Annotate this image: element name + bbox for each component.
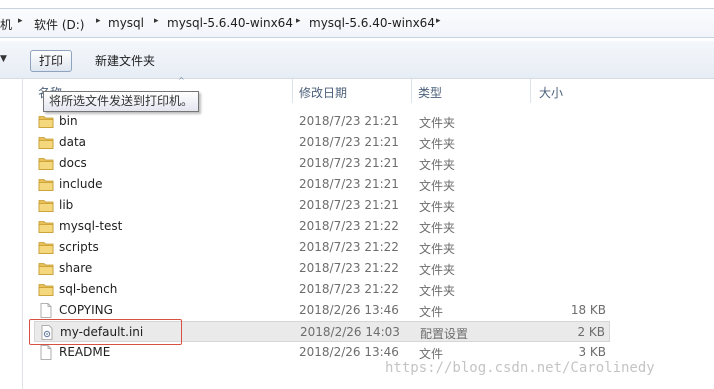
file-name: lib [59, 198, 74, 212]
file-modified-date: 2018/7/23 21:22 [299, 282, 399, 296]
file-modified-date: 2018/7/23 21:21 [299, 177, 399, 191]
column-divider[interactable] [530, 79, 531, 103]
file-type: 文件夹 [419, 263, 456, 277]
file-row[interactable]: sql-bench 2018/7/23 21:22 文件夹 [34, 279, 610, 300]
file-name: my-default.ini [60, 325, 144, 339]
file-size: 3 KB [578, 345, 606, 359]
file-modified-date: 2018/7/23 21:21 [299, 114, 399, 128]
watermark: https://blog.csdn.net/Carolinedy [385, 360, 655, 376]
breadcrumb-item-drive[interactable]: 软件 (D:) [34, 16, 84, 33]
file-type: 文件夹 [419, 137, 456, 151]
toolbar-overflow-icon[interactable]: ▼ [0, 54, 7, 64]
file-type: 文件夹 [419, 158, 456, 172]
column-header-type[interactable]: 类型 [418, 84, 442, 101]
nav-pane-divider[interactable] [22, 79, 23, 389]
file-size: 2 KB [577, 325, 605, 339]
column-divider[interactable] [292, 79, 293, 103]
file-row[interactable]: share 2018/7/23 21:22 文件夹 [34, 258, 610, 279]
file-type: 文件夹 [419, 200, 456, 214]
file-modified-date: 2018/7/23 21:21 [299, 198, 399, 212]
folder-icon [38, 114, 54, 129]
file-type: 文件夹 [419, 179, 456, 193]
toolbar: ▼ 打印 新建文件夹 [0, 41, 714, 79]
file-name: data [59, 135, 87, 149]
folder-icon [38, 219, 54, 234]
file-name: docs [59, 156, 87, 170]
file-row[interactable]: include 2018/7/23 21:21 文件夹 [34, 174, 610, 195]
file-name: scripts [59, 240, 99, 254]
file-row[interactable]: mysql-test 2018/7/23 21:22 文件夹 [34, 216, 610, 237]
file-row[interactable]: COPYING 2018/2/26 13:46 文件 18 KB [34, 300, 610, 321]
file-modified-date: 2018/7/23 21:21 [299, 156, 399, 170]
file-modified-date: 2018/2/26 13:46 [299, 345, 399, 359]
file-name: include [59, 177, 103, 191]
breadcrumb-separator-icon[interactable]: ▸ [154, 16, 159, 26]
config-file-icon [39, 325, 55, 340]
file-icon [38, 303, 54, 318]
file-icon [38, 345, 54, 360]
breadcrumb-separator-icon[interactable]: ▸ [96, 16, 101, 26]
print-tooltip: 将所选文件发送到打印机。 [43, 91, 200, 112]
print-button[interactable]: 打印 [30, 50, 73, 72]
file-type: 文件夹 [419, 116, 456, 130]
breadcrumb-item-mysql-winx64-inner[interactable]: mysql-5.6.40-winx64 [309, 16, 435, 30]
file-row[interactable]: docs 2018/7/23 21:21 文件夹 [34, 153, 610, 174]
file-row[interactable]: lib 2018/7/23 21:21 文件夹 [34, 195, 610, 216]
file-name: sql-bench [59, 282, 118, 296]
breadcrumb-separator-icon[interactable]: ▸ [296, 16, 301, 26]
file-type: 配置设置 [420, 327, 469, 341]
breadcrumb-separator-icon[interactable]: ▸ [18, 16, 23, 26]
file-type: 文件夹 [419, 221, 456, 235]
breadcrumb-separator-icon[interactable]: ▸ [436, 16, 441, 26]
file-modified-date: 2018/7/23 21:22 [299, 240, 399, 254]
file-name: bin [59, 114, 78, 128]
file-type: 文件夹 [419, 242, 456, 256]
folder-icon [38, 240, 54, 255]
file-row[interactable]: data 2018/7/23 21:21 文件夹 [34, 132, 610, 153]
folder-icon [38, 282, 54, 297]
file-size: 18 KB [570, 303, 606, 317]
file-name: README [59, 345, 111, 359]
file-name: COPYING [59, 303, 113, 317]
new-folder-button[interactable]: 新建文件夹 [86, 50, 164, 72]
column-header-date[interactable]: 修改日期 [299, 84, 347, 101]
file-name: mysql-test [59, 219, 123, 233]
folder-icon [38, 135, 54, 150]
file-type: 文件 [419, 305, 444, 319]
breadcrumb-item-mysql[interactable]: mysql [108, 16, 144, 30]
file-modified-date: 2018/2/26 13:46 [299, 303, 399, 317]
breadcrumb-item-mysql-winx64[interactable]: mysql-5.6.40-winx64 [167, 16, 293, 30]
folder-icon [38, 177, 54, 192]
file-modified-date: 2018/7/23 21:21 [299, 135, 399, 149]
folder-icon [38, 261, 54, 276]
file-row[interactable]: bin 2018/7/23 21:21 文件夹 [34, 111, 610, 132]
sort-ascending-icon: ^ [178, 76, 185, 85]
column-header-size[interactable]: 大小 [539, 84, 563, 101]
column-divider[interactable] [411, 79, 412, 103]
breadcrumb: 机 ▸ 软件 (D:) ▸ mysql ▸ mysql-5.6.40-winx6… [0, 8, 714, 38]
file-modified-date: 2018/2/26 14:03 [300, 325, 400, 339]
file-name: share [59, 261, 93, 275]
folder-icon [38, 156, 54, 171]
file-type: 文件夹 [419, 284, 456, 298]
breadcrumb-item-computer[interactable]: 机 [0, 16, 12, 33]
folder-icon [38, 198, 54, 213]
file-modified-date: 2018/7/23 21:22 [299, 261, 399, 275]
file-row[interactable]: scripts 2018/7/23 21:22 文件夹 [34, 237, 610, 258]
file-row[interactable]: my-default.ini 2018/2/26 14:03 配置设置 2 KB [34, 321, 610, 342]
file-modified-date: 2018/7/23 21:22 [299, 219, 399, 233]
